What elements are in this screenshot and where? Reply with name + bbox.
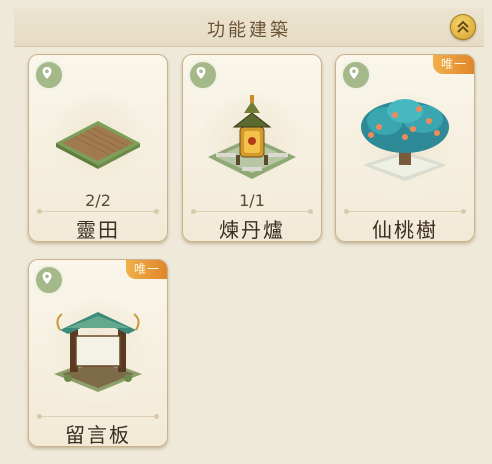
- building-count: 1/1: [239, 191, 265, 210]
- building-card-alchemy-furnace[interactable]: 1/1 煉丹爐: [182, 54, 322, 242]
- divider: [37, 414, 159, 419]
- location-pin-icon[interactable]: [34, 60, 64, 90]
- section-header: 功能建築: [14, 8, 484, 47]
- unique-badge: 唯一: [126, 260, 167, 279]
- peach-tree-image: [361, 99, 449, 181]
- message-board-image: [54, 312, 142, 392]
- divider: [191, 209, 313, 214]
- location-pin-icon[interactable]: [34, 265, 64, 295]
- spirit-field-image: [56, 121, 140, 169]
- building-card-message-board[interactable]: 唯一 留言板: [28, 259, 168, 447]
- building-count: 2/2: [85, 191, 111, 210]
- building-name: 留言板: [65, 423, 131, 447]
- double-chevron-up-icon: [457, 20, 469, 33]
- unique-badge: 唯一: [433, 55, 474, 74]
- building-card-spirit-field[interactable]: 2/2 靈田: [28, 54, 168, 242]
- location-pin-icon[interactable]: [188, 60, 218, 90]
- building-name: 煉丹爐: [219, 218, 285, 242]
- collapse-button[interactable]: [450, 14, 476, 40]
- divider: [37, 209, 159, 214]
- building-name: 靈田: [76, 218, 120, 242]
- building-name: 仙桃樹: [372, 218, 438, 242]
- divider: [344, 209, 466, 214]
- section-title: 功能建築: [207, 20, 291, 41]
- location-pin-icon[interactable]: [341, 60, 371, 90]
- building-card-peach-tree[interactable]: 唯一 仙桃樹: [335, 54, 475, 242]
- alchemy-furnace-image: [208, 95, 296, 179]
